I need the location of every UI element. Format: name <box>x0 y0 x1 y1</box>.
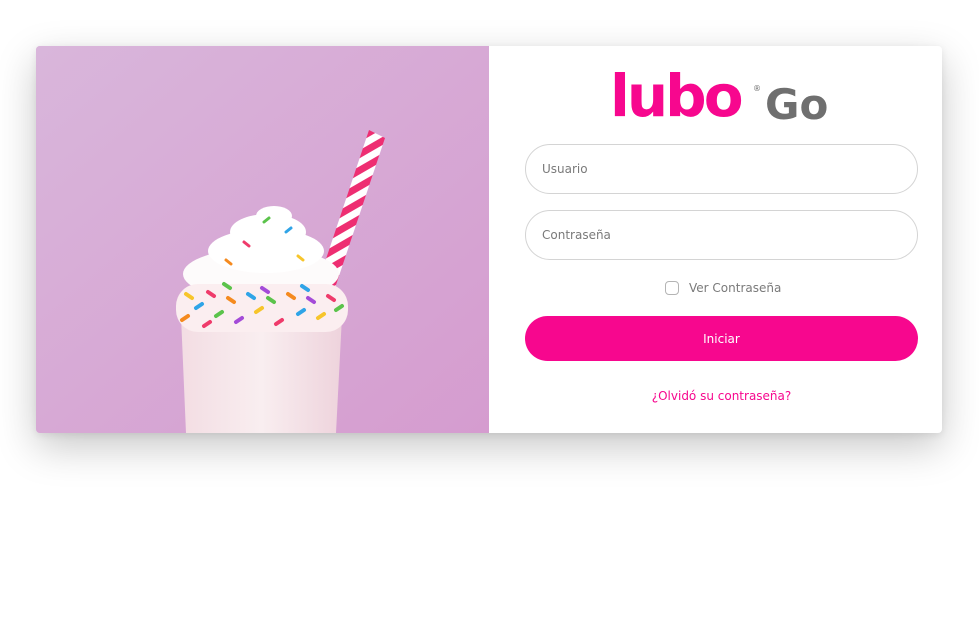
login-form: lubo ® Go Ver Contraseña Iniciar ¿Olvidó… <box>489 46 942 433</box>
milkshake-photo <box>36 46 489 433</box>
lubo-go-logo: lubo ® Go <box>610 62 850 130</box>
show-password-checkbox[interactable] <box>665 281 679 295</box>
login-button[interactable]: Iniciar <box>525 316 918 361</box>
password-input[interactable] <box>525 210 918 260</box>
show-password-row[interactable]: Ver Contraseña <box>665 279 781 297</box>
show-password-label: Ver Contraseña <box>689 281 782 295</box>
logo-wordmark: lubo <box>610 62 744 130</box>
registered-mark: ® <box>753 84 761 93</box>
login-card: lubo ® Go Ver Contraseña Iniciar ¿Olvidó… <box>36 46 942 433</box>
logo-suffix: Go <box>765 80 829 129</box>
username-input[interactable] <box>525 144 918 194</box>
milkshake-illustration <box>36 46 489 433</box>
forgot-password-link[interactable]: ¿Olvidó su contraseña? <box>489 389 942 403</box>
